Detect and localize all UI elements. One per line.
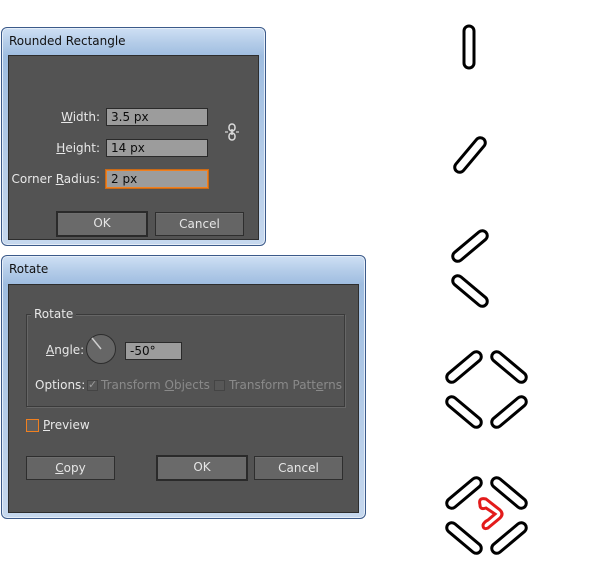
options-label: Options:	[35, 378, 86, 392]
transform-patterns-label: Transform Patterns	[229, 378, 342, 392]
vertical-pill-shape	[462, 24, 476, 70]
dialog-title: Rotate	[9, 262, 49, 276]
rotated-pill-shape	[453, 136, 487, 174]
angle-field[interactable]: -50°	[125, 342, 182, 360]
rotate-group-title: Rotate	[31, 307, 77, 321]
angle-label: Angle:	[46, 343, 85, 357]
dialog-body: Width: 3.5 px Height: 14 px Corner Radiu…	[8, 55, 259, 240]
width-label: Width:	[61, 110, 100, 124]
step-illustrations	[445, 24, 528, 555]
chain-link-icon[interactable]	[224, 123, 240, 141]
transform-objects-label: Transform Objects	[101, 378, 210, 392]
preview-label: Preview	[43, 418, 90, 432]
diamond-of-four-pills-shape	[445, 350, 528, 429]
ok-button[interactable]: OK	[156, 455, 248, 481]
angle-dial[interactable]	[86, 334, 116, 364]
ok-button[interactable]: OK	[56, 211, 148, 237]
checkmark-icon: ✓	[88, 378, 98, 391]
cancel-button[interactable]: Cancel	[254, 456, 343, 480]
rotate-group	[26, 314, 345, 407]
dialog-title: Rounded Rectangle	[9, 34, 126, 48]
rotate-dialog: Rotate Rotate Angle: -50° Options: ✓ Tra…	[1, 255, 366, 519]
corner-radius-field[interactable]: 2 px	[106, 170, 208, 188]
preview-checkbox[interactable]	[26, 419, 39, 432]
chevron-pair-shape	[451, 229, 489, 308]
rounded-rectangle-dialog: Rounded Rectangle Width: 3.5 px Height: …	[1, 27, 266, 246]
cancel-button[interactable]: Cancel	[155, 212, 244, 236]
red-heart-icon	[478, 497, 504, 531]
height-label: Height:	[56, 141, 100, 155]
height-field[interactable]: 14 px	[106, 139, 208, 157]
dialog-body: Rotate Angle: -50° Options: ✓ Transform …	[8, 284, 359, 513]
width-field[interactable]: 3.5 px	[106, 108, 208, 126]
corner-radius-label: Corner Radius:	[11, 172, 100, 186]
copy-button[interactable]: Copy	[26, 456, 115, 480]
transform-objects-checkbox[interactable]: ✓	[87, 378, 98, 391]
diamond-with-red-heart-shape	[445, 476, 528, 555]
transform-patterns-checkbox[interactable]	[214, 380, 225, 391]
